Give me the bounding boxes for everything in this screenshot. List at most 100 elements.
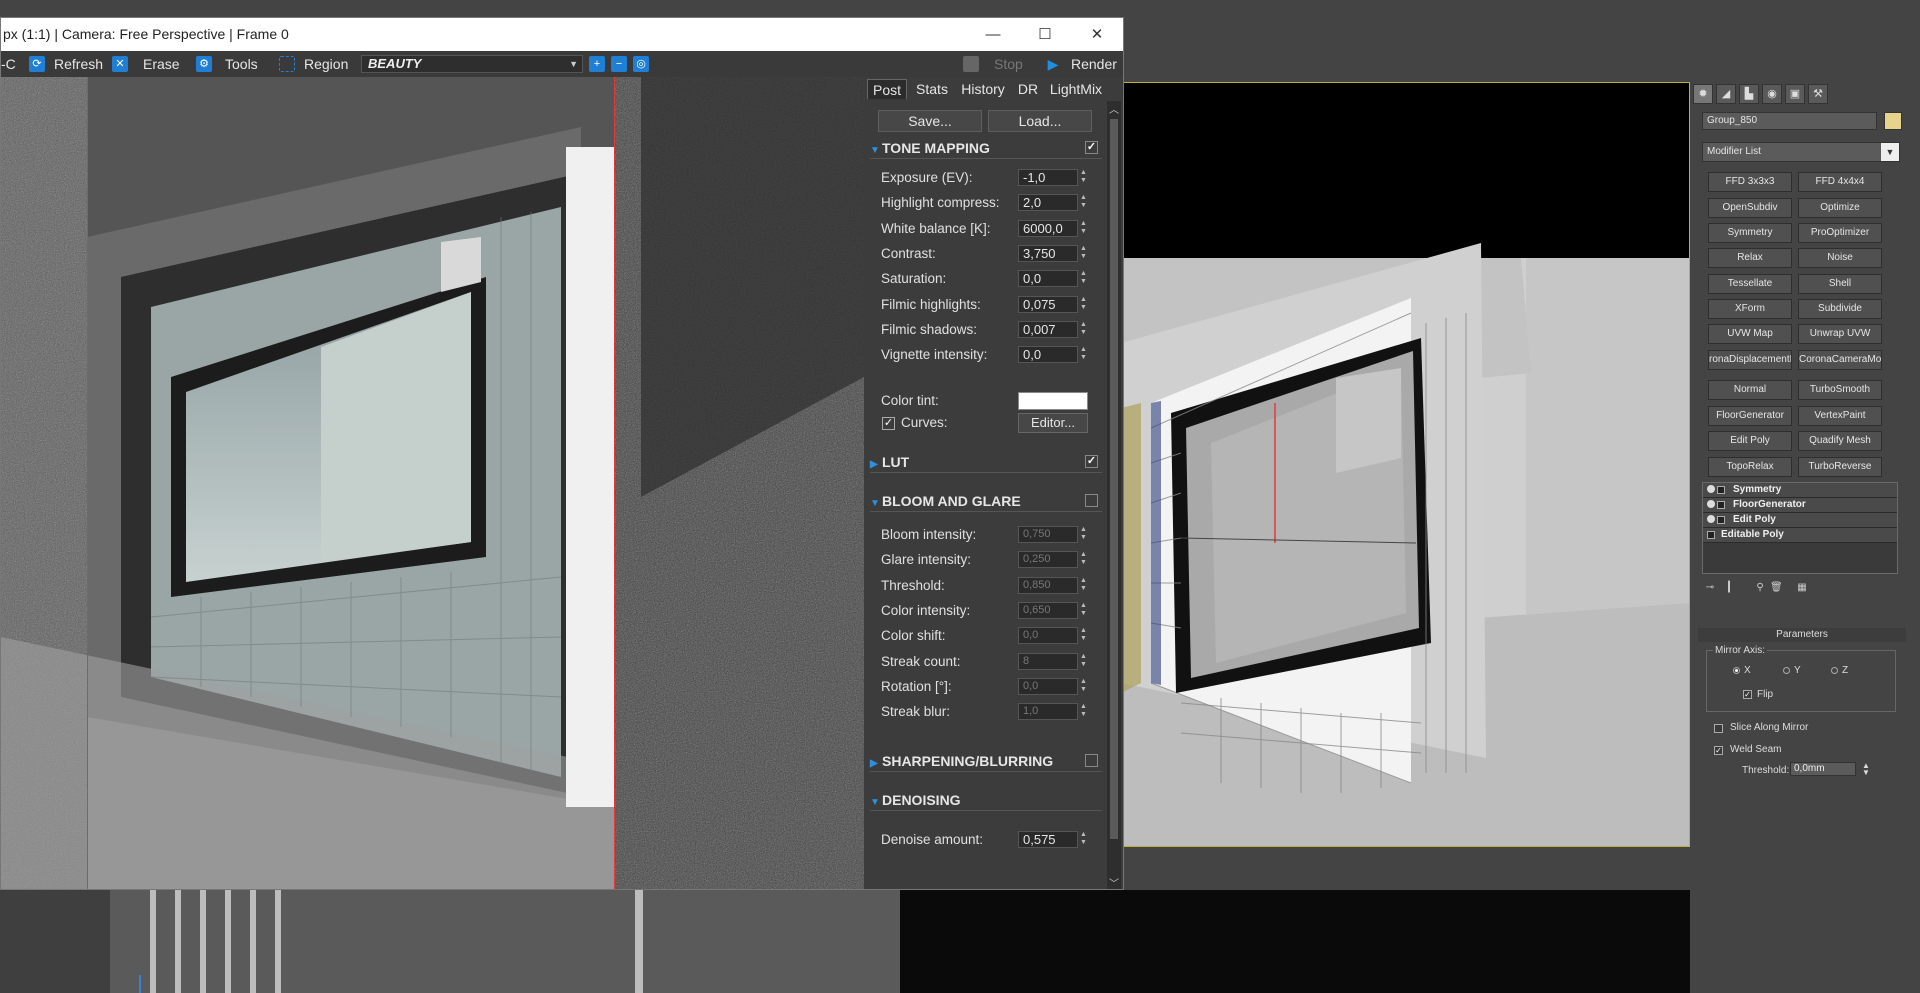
parameter-spinner[interactable]: ▲ ▼ xyxy=(1080,220,1088,237)
modifier-button[interactable]: Relax xyxy=(1708,248,1792,268)
create-tab-icon[interactable]: ✹ xyxy=(1693,84,1713,104)
modifier-list-dropdown[interactable]: Modifier List ▼ xyxy=(1702,142,1900,162)
parameter-field[interactable]: 0,0 xyxy=(1018,677,1078,695)
modifier-button[interactable]: OpenSubdiv xyxy=(1708,198,1792,218)
parameter-spinner[interactable]: ▲ ▼ xyxy=(1080,526,1088,543)
modifier-button[interactable]: Edit Poly xyxy=(1708,431,1792,451)
chevron-down-icon[interactable]: ▼ xyxy=(1881,143,1899,161)
parameter-field[interactable]: 8 xyxy=(1018,652,1078,670)
modifier-button[interactable]: ProOptimizer xyxy=(1798,223,1882,243)
scrollbar-thumb[interactable] xyxy=(1110,119,1118,839)
chevron-down-icon[interactable]: ﹀ xyxy=(1107,875,1121,890)
curves-checkbox[interactable]: ✓ xyxy=(882,417,895,430)
parameter-spinner[interactable]: ▲ ▼ xyxy=(1080,296,1088,313)
modifier-button[interactable]: FFD 3x3x3 xyxy=(1708,172,1792,192)
tools-button[interactable]: Tools xyxy=(225,55,258,73)
window-title-bar[interactable]: px (1:1) | Camera: Free Perspective | Fr… xyxy=(1,18,1123,51)
make-unique-icon[interactable]: ⚲ xyxy=(1754,582,1766,596)
lightbulb-icon[interactable] xyxy=(1707,515,1715,523)
lightbulb-icon[interactable] xyxy=(1707,485,1715,493)
sharpening-checkbox[interactable] xyxy=(1085,754,1098,767)
object-name-field[interactable]: Group_850 xyxy=(1702,112,1877,130)
threshold-field[interactable]: 0,0mm xyxy=(1790,762,1856,776)
parameter-spinner[interactable]: ▲ ▼ xyxy=(1080,194,1088,211)
modifier-button[interactable]: Normal xyxy=(1708,380,1792,400)
modifier-button[interactable]: Tessellate xyxy=(1708,274,1792,294)
stop-icon[interactable] xyxy=(963,56,979,72)
tab-post[interactable]: Post xyxy=(867,79,907,99)
refresh-button[interactable]: Refresh xyxy=(54,55,103,73)
stop-button[interactable]: Stop xyxy=(994,55,1023,73)
flip-checkbox[interactable]: ✓ xyxy=(1743,690,1752,699)
modifier-button[interactable]: CoronaCameraMod xyxy=(1798,350,1882,370)
modifier-button[interactable]: Unwrap UVW xyxy=(1798,324,1882,344)
modifier-button[interactable]: FloorGenerator xyxy=(1708,406,1792,426)
parameter-spinner[interactable]: ▲ ▼ xyxy=(1080,678,1088,695)
parameter-spinner[interactable]: ▲ ▼ xyxy=(1080,703,1088,720)
modifier-button[interactable]: Noise xyxy=(1798,248,1882,268)
render-image[interactable] xyxy=(1,77,864,889)
parameters-rollout-title[interactable]: Parameters xyxy=(1698,628,1906,642)
parameter-field[interactable]: -1,0 xyxy=(1018,169,1078,186)
display-tab-icon[interactable]: ▣ xyxy=(1785,84,1805,104)
tab-stats[interactable]: Stats xyxy=(911,79,953,99)
parameter-field[interactable]: 2,0 xyxy=(1018,194,1078,212)
parameter-field[interactable]: 0,0 xyxy=(1018,270,1078,288)
parameter-spinner[interactable]: ▲ ▼ xyxy=(1080,245,1088,262)
parameter-field[interactable]: 0,0 xyxy=(1018,346,1078,364)
modifier-button[interactable]: ronaDisplacementM xyxy=(1708,350,1792,370)
modifier-button[interactable]: VertexPaint xyxy=(1798,406,1882,426)
save-button[interactable]: Save... xyxy=(878,110,982,132)
tab-history[interactable]: History xyxy=(957,79,1009,99)
copy-button[interactable]: -C xyxy=(1,55,16,73)
modifier-button[interactable]: TurboSmooth xyxy=(1798,380,1882,400)
motion-tab-icon[interactable]: ◉ xyxy=(1762,84,1782,104)
region-icon[interactable] xyxy=(279,56,295,72)
parameter-spinner[interactable]: ▲ ▼ xyxy=(1080,551,1088,568)
stack-item-floorgenerator[interactable]: FloorGenerator xyxy=(1703,498,1897,513)
show-end-result-icon[interactable]: ▎ xyxy=(1726,582,1738,596)
tab-lightmix[interactable]: LightMix xyxy=(1046,79,1106,99)
parameter-spinner[interactable]: ▲ ▼ xyxy=(1080,577,1088,594)
bottom-viewport[interactable] xyxy=(0,890,900,993)
load-button[interactable]: Load... xyxy=(988,110,1092,132)
parameter-spinner[interactable]: ▲ ▼ xyxy=(1080,321,1088,338)
parameter-field[interactable]: 0,007 xyxy=(1018,320,1078,338)
tools-icon[interactable]: ⚙ xyxy=(196,56,212,72)
parameter-spinner[interactable]: ▲ ▼ xyxy=(1080,627,1088,644)
lightbulb-icon[interactable] xyxy=(1707,500,1715,508)
refresh-icon[interactable]: ⟳ xyxy=(29,56,45,72)
utilities-tab-icon[interactable]: ⚒ xyxy=(1808,84,1828,104)
parameter-spinner[interactable]: ▲ ▼ xyxy=(1080,653,1088,670)
zoom-in-icon[interactable]: + xyxy=(589,56,605,72)
modifier-button[interactable]: Optimize xyxy=(1798,198,1882,218)
pin-stack-icon[interactable]: ⊸ xyxy=(1704,582,1716,596)
parameter-field[interactable]: 1,0 xyxy=(1018,703,1078,721)
modifier-button[interactable]: Subdivide xyxy=(1798,299,1882,319)
stack-item-symmetry[interactable]: Symmetry xyxy=(1703,483,1897,498)
color-tint-swatch[interactable] xyxy=(1018,392,1088,410)
remove-modifier-icon[interactable]: 🗑 xyxy=(1770,582,1783,596)
bloom-glare-header[interactable]: ▼ BLOOM AND GLARE xyxy=(870,491,1102,512)
stack-item-editable-poly[interactable]: Editable Poly xyxy=(1703,528,1897,543)
modifier-button[interactable]: FFD 4x4x4 xyxy=(1798,172,1882,192)
parameter-field[interactable]: 0,750 xyxy=(1018,526,1078,543)
lut-header[interactable]: ▶ LUT ✓ xyxy=(870,452,1102,473)
side-panel-scrollbar[interactable]: ︿ ﹀ xyxy=(1107,101,1121,890)
slice-along-mirror-checkbox[interactable] xyxy=(1714,724,1723,733)
lut-checkbox[interactable]: ✓ xyxy=(1085,455,1098,468)
minimize-button[interactable]: — xyxy=(967,18,1019,51)
modifier-stack[interactable]: Symmetry FloorGenerator Edit Poly Editab… xyxy=(1702,482,1898,574)
perspective-viewport[interactable] xyxy=(1120,82,1690,847)
parameter-field[interactable]: 0,850 xyxy=(1018,576,1078,594)
close-button[interactable]: ✕ xyxy=(1071,18,1123,51)
erase-icon[interactable]: ✕ xyxy=(112,56,128,72)
object-color-swatch[interactable] xyxy=(1884,112,1902,130)
modify-tab-icon[interactable]: ◢ xyxy=(1716,84,1736,104)
hierarchy-tab-icon[interactable]: ▙ xyxy=(1739,84,1759,104)
modifier-button[interactable]: Shell xyxy=(1798,274,1882,294)
region-button[interactable]: Region xyxy=(304,55,348,73)
weld-seam-checkbox[interactable]: ✓ xyxy=(1714,746,1723,755)
modifier-button[interactable]: UVW Map xyxy=(1708,324,1792,344)
curves-editor-button[interactable]: Editor... xyxy=(1018,413,1088,433)
